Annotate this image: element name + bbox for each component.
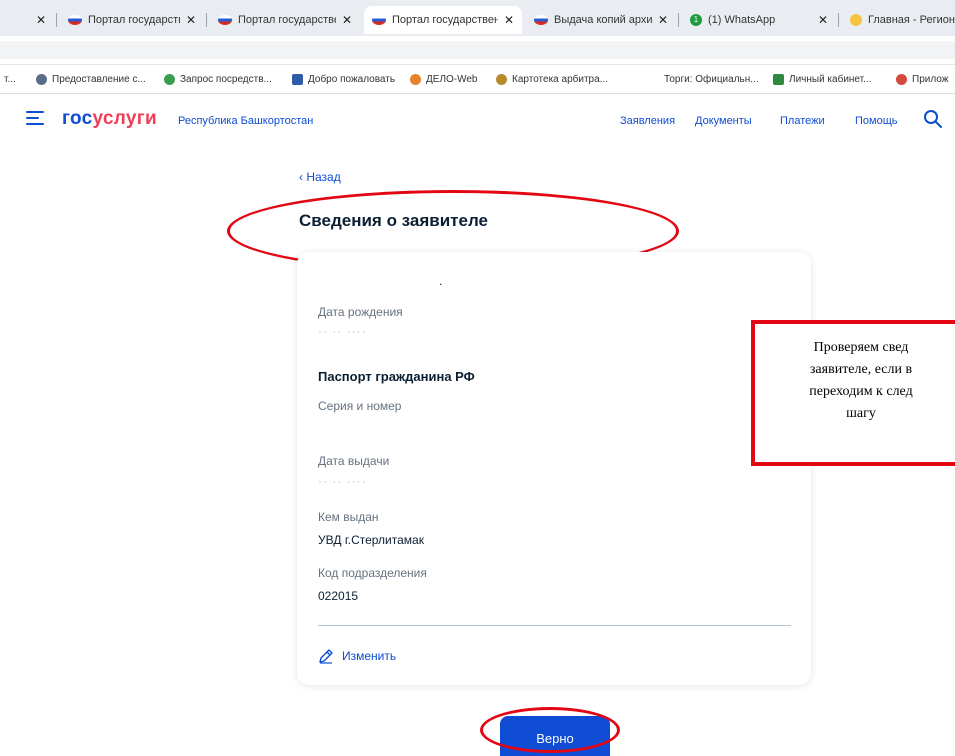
department-code-value: 022015: [318, 589, 359, 603]
edit-link[interactable]: Изменить: [318, 648, 396, 664]
address-bar[interactable]: [0, 41, 955, 59]
annotation-line: заявителе, если в: [809, 362, 913, 377]
browser-tab[interactable]: Выдача копий архивн ✕: [526, 6, 676, 34]
eagle-icon: [496, 73, 507, 85]
browser-toolbar: [0, 36, 955, 65]
issue-date-value: ·· ·· ····: [318, 474, 367, 484]
tab-title: Портал государствен: [238, 14, 336, 26]
browser-tab[interactable]: Портал государствен ✕: [210, 6, 360, 34]
browser-tab[interactable]: ✕: [0, 6, 54, 34]
bookmark[interactable]: Личный кабинет...: [773, 65, 871, 93]
delo-icon: [410, 73, 421, 85]
birth-date-label: Дата рождения: [318, 305, 403, 319]
gosuslugi-logo[interactable]: госуслуги: [62, 108, 157, 130]
tab-title: Портал государствен: [392, 14, 498, 26]
bookmark-label: т...: [4, 73, 16, 85]
russian-flag-icon: [218, 15, 232, 25]
browser-tab[interactable]: 1 (1) WhatsApp ✕: [682, 6, 836, 34]
bookmarks-bar: т... Предоставление с... Запрос посредст…: [0, 65, 955, 94]
search-icon[interactable]: [922, 108, 944, 130]
bookmark[interactable]: Запрос посредств...: [164, 65, 272, 93]
globe-icon: [36, 73, 47, 85]
bookmark[interactable]: Прилож: [896, 65, 948, 93]
close-icon[interactable]: ✕: [186, 13, 196, 27]
nav-documents[interactable]: Документы: [695, 115, 752, 127]
issued-by-label: Кем выдан: [318, 510, 379, 524]
tab-separator: [56, 13, 57, 27]
logo-part-gos: гос: [62, 108, 93, 129]
browser-tab-strip: ✕ Портал государствен ✕ Портал государст…: [0, 0, 955, 36]
annotation-ellipse-button: [480, 707, 620, 753]
bookmark-label: Торги: Официальн...: [664, 73, 759, 85]
tab-title: Главная - Региона: [868, 14, 955, 26]
masked-name: .: [439, 274, 443, 288]
close-icon[interactable]: ✕: [504, 13, 514, 27]
whatsapp-icon: 1: [690, 14, 702, 26]
close-icon[interactable]: ✕: [818, 13, 828, 27]
back-link[interactable]: ‹ Назад: [299, 170, 341, 184]
card-divider: [318, 625, 791, 626]
bank-icon: [292, 73, 303, 85]
browser-tab[interactable]: Портал государствен ✕: [60, 6, 204, 34]
russian-flag-icon: [372, 15, 386, 25]
applicant-info-card: . Дата рождения ·· ·· ···· Паспорт гражд…: [297, 252, 811, 685]
nav-help[interactable]: Помощь: [855, 115, 898, 127]
russian-flag-icon: [68, 15, 82, 25]
issue-date-label: Дата выдачи: [318, 454, 390, 468]
close-icon[interactable]: ✕: [342, 13, 352, 27]
pencil-icon: [319, 649, 333, 664]
birth-date-value: ·· ·· ····: [318, 324, 367, 334]
menu-icon[interactable]: [26, 111, 44, 125]
bookmark[interactable]: т...: [4, 65, 16, 93]
bookmark-label: Запрос посредств...: [180, 73, 272, 85]
bookmark-label: Предоставление с...: [52, 73, 146, 85]
bookmark[interactable]: Картотека арбитра...: [496, 65, 608, 93]
bookmark[interactable]: Добро пожаловать: [292, 65, 395, 93]
nav-payments[interactable]: Платежи: [780, 115, 825, 127]
tab-title: (1) WhatsApp: [708, 14, 776, 26]
nav-applications[interactable]: Заявления: [620, 115, 675, 127]
issued-by-value: УВД г.Стерлитамак: [318, 533, 424, 547]
bookmark[interactable]: ДЕЛО-Web: [410, 65, 478, 93]
annotation-note: Проверяем свед заявителе, если в переход…: [751, 320, 955, 466]
bookmark-label: Личный кабинет...: [789, 73, 872, 85]
m-icon: [773, 73, 784, 85]
tab-title: Выдача копий архивн: [554, 14, 652, 26]
annotation-line: Проверяем свед: [813, 340, 909, 355]
series-number-label: Серия и номер: [318, 399, 402, 413]
tab-separator: [678, 13, 679, 27]
browser-tab-active[interactable]: Портал государствен ✕: [364, 6, 522, 34]
bookmark[interactable]: Торги: Официальн...: [664, 65, 759, 93]
chevron-left-icon: ‹: [299, 170, 303, 184]
tab-separator: [838, 13, 839, 27]
bookmark-label: Прилож: [912, 73, 949, 85]
tab-title: Портал государствен: [88, 14, 180, 26]
leaf-icon: [164, 73, 175, 85]
smile-icon: [850, 14, 862, 26]
annotation-line: шагу: [846, 406, 876, 421]
bookmark-label: ДЕЛО-Web: [426, 73, 478, 85]
app-icon: [896, 73, 907, 85]
bookmark-label: Картотека арбитра...: [512, 73, 608, 85]
edit-label: Изменить: [342, 649, 397, 663]
bookmark-label: Добро пожаловать: [308, 73, 396, 85]
back-label: Назад: [306, 170, 341, 184]
site-header: госуслуги Республика Башкортостан Заявле…: [0, 94, 955, 150]
russian-flag-icon: [534, 15, 548, 25]
tab-separator: [206, 13, 207, 27]
bookmark[interactable]: Предоставление с...: [36, 65, 146, 93]
logo-part-uslugi: услуги: [92, 108, 157, 129]
region-selector[interactable]: Республика Башкортостан: [178, 115, 313, 127]
browser-tab[interactable]: Главная - Региона: [842, 6, 955, 34]
close-icon[interactable]: ✕: [36, 13, 46, 27]
close-icon[interactable]: ✕: [658, 13, 668, 27]
annotation-line: переходим к след: [809, 384, 913, 399]
department-code-label: Код подразделения: [318, 566, 427, 580]
passport-section-title: Паспорт гражданина РФ: [318, 369, 475, 384]
